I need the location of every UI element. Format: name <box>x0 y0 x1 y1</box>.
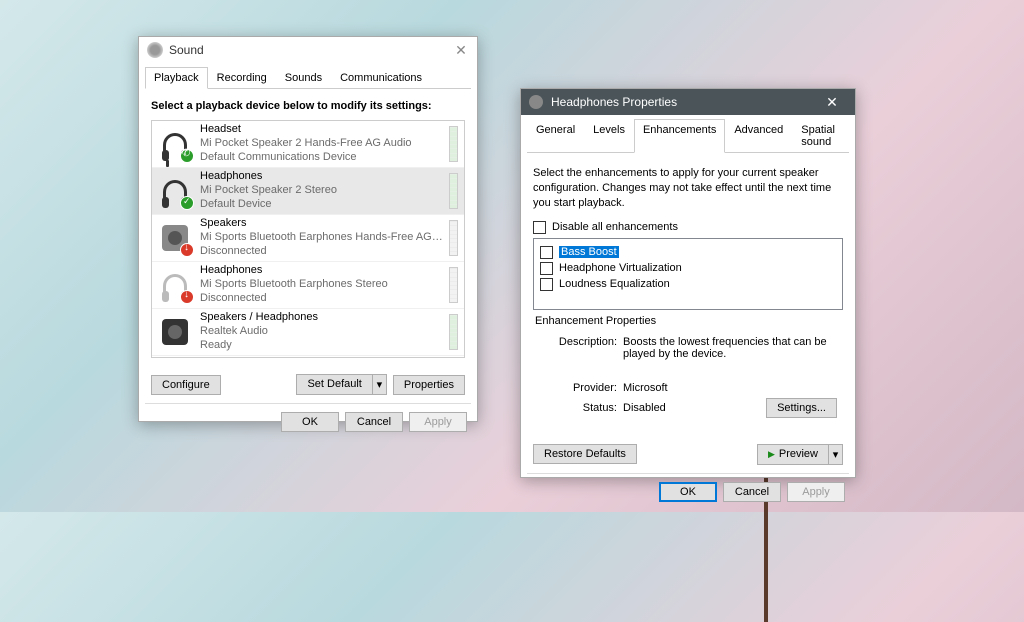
close-icon[interactable]: ✕ <box>453 42 469 59</box>
tab-general[interactable]: General <box>527 119 584 153</box>
enhancement-loudness-equalization[interactable]: Loudness Equalization <box>540 278 836 291</box>
status-value: Disabled <box>623 402 766 414</box>
level-meter <box>449 267 458 303</box>
ok-button[interactable]: OK <box>659 482 717 502</box>
tab-playback[interactable]: Playback <box>145 67 208 89</box>
group-legend: Enhancement Properties <box>533 315 658 327</box>
device-name: Headset <box>200 123 445 137</box>
enhancement-headphone-virtualization[interactable]: Headphone Virtualization <box>540 262 836 275</box>
set-default-dropdown[interactable]: ▾ <box>373 374 387 395</box>
device-row[interactable]: HeadsetMi Pocket Speaker 2 Hands-Free AG… <box>152 121 464 168</box>
restore-defaults-button[interactable]: Restore Defaults <box>533 444 637 464</box>
device-row[interactable]: SpeakersMi Sports Bluetooth Earphones Ha… <box>152 215 464 262</box>
enhancement-properties-group: Enhancement Properties Description:Boost… <box>533 322 843 428</box>
headset-icon <box>158 127 192 161</box>
description-value: Boosts the lowest frequencies that can b… <box>623 336 837 360</box>
titlebar[interactable]: Sound ✕ <box>139 37 477 63</box>
titlebar[interactable]: Headphones Properties ✕ <box>521 89 855 115</box>
sound-dialog: Sound ✕ Playback Recording Sounds Commun… <box>138 36 478 422</box>
level-meter <box>449 126 458 162</box>
tab-advanced[interactable]: Advanced <box>725 119 792 153</box>
headphones-properties-dialog: Headphones Properties ✕ General Levels E… <box>520 88 856 478</box>
headphones-icon <box>529 95 543 109</box>
enhancements-list[interactable]: Bass Boost Headphone Virtualization Loud… <box>533 238 843 310</box>
tab-bar: General Levels Enhancements Advanced Spa… <box>521 115 855 153</box>
device-name: Headphones <box>200 170 445 184</box>
device-name: Speakers <box>200 217 445 231</box>
tab-bar: Playback Recording Sounds Communications <box>139 63 477 89</box>
speaker-icon <box>158 221 192 255</box>
properties-button[interactable]: Properties <box>393 375 465 395</box>
level-meter <box>449 314 458 350</box>
device-list[interactable]: HeadsetMi Pocket Speaker 2 Hands-Free AG… <box>151 120 465 358</box>
preview-button[interactable]: Preview <box>757 444 829 465</box>
tab-levels[interactable]: Levels <box>584 119 634 153</box>
enhancement-bass-boost[interactable]: Bass Boost <box>540 246 836 259</box>
disable-all-checkbox[interactable]: Disable all enhancements <box>533 221 843 234</box>
set-default-button[interactable]: Set Default <box>296 374 372 395</box>
tab-recording[interactable]: Recording <box>208 67 276 89</box>
apply-button[interactable]: Apply <box>787 482 845 502</box>
level-meter <box>449 173 458 209</box>
configure-button[interactable]: Configure <box>151 375 221 395</box>
provider-value: Microsoft <box>623 382 837 394</box>
preview-dropdown[interactable]: ▾ <box>829 444 843 465</box>
tab-spatial-sound[interactable]: Spatial sound <box>792 119 849 153</box>
level-meter <box>449 220 458 256</box>
apply-button[interactable]: Apply <box>409 412 467 432</box>
instruction-text: Select the enhancements to apply for you… <box>533 166 843 211</box>
device-row[interactable]: Speakers / HeadphonesRealtek AudioReady <box>152 309 464 356</box>
tab-enhancements[interactable]: Enhancements <box>634 119 725 153</box>
headphones-icon <box>158 268 192 302</box>
device-row[interactable]: HeadphonesMi Sports Bluetooth Earphones … <box>152 262 464 309</box>
speaker-icon <box>158 315 192 349</box>
instruction-text: Select a playback device below to modify… <box>151 100 465 112</box>
device-row[interactable]: HeadphonesMi Pocket Speaker 2 StereoDefa… <box>152 168 464 215</box>
settings-button[interactable]: Settings... <box>766 398 837 418</box>
cancel-button[interactable]: Cancel <box>345 412 403 432</box>
close-icon[interactable]: ✕ <box>817 94 847 111</box>
ok-button[interactable]: OK <box>281 412 339 432</box>
device-name: Speakers / Headphones <box>200 311 445 325</box>
device-name: Headphones <box>200 264 445 278</box>
cancel-button[interactable]: Cancel <box>723 482 781 502</box>
tab-communications[interactable]: Communications <box>331 67 431 89</box>
window-title: Headphones Properties <box>551 95 817 109</box>
window-title: Sound <box>169 43 453 57</box>
headphones-icon <box>158 174 192 208</box>
sound-icon <box>147 42 163 58</box>
tab-sounds[interactable]: Sounds <box>276 67 331 89</box>
